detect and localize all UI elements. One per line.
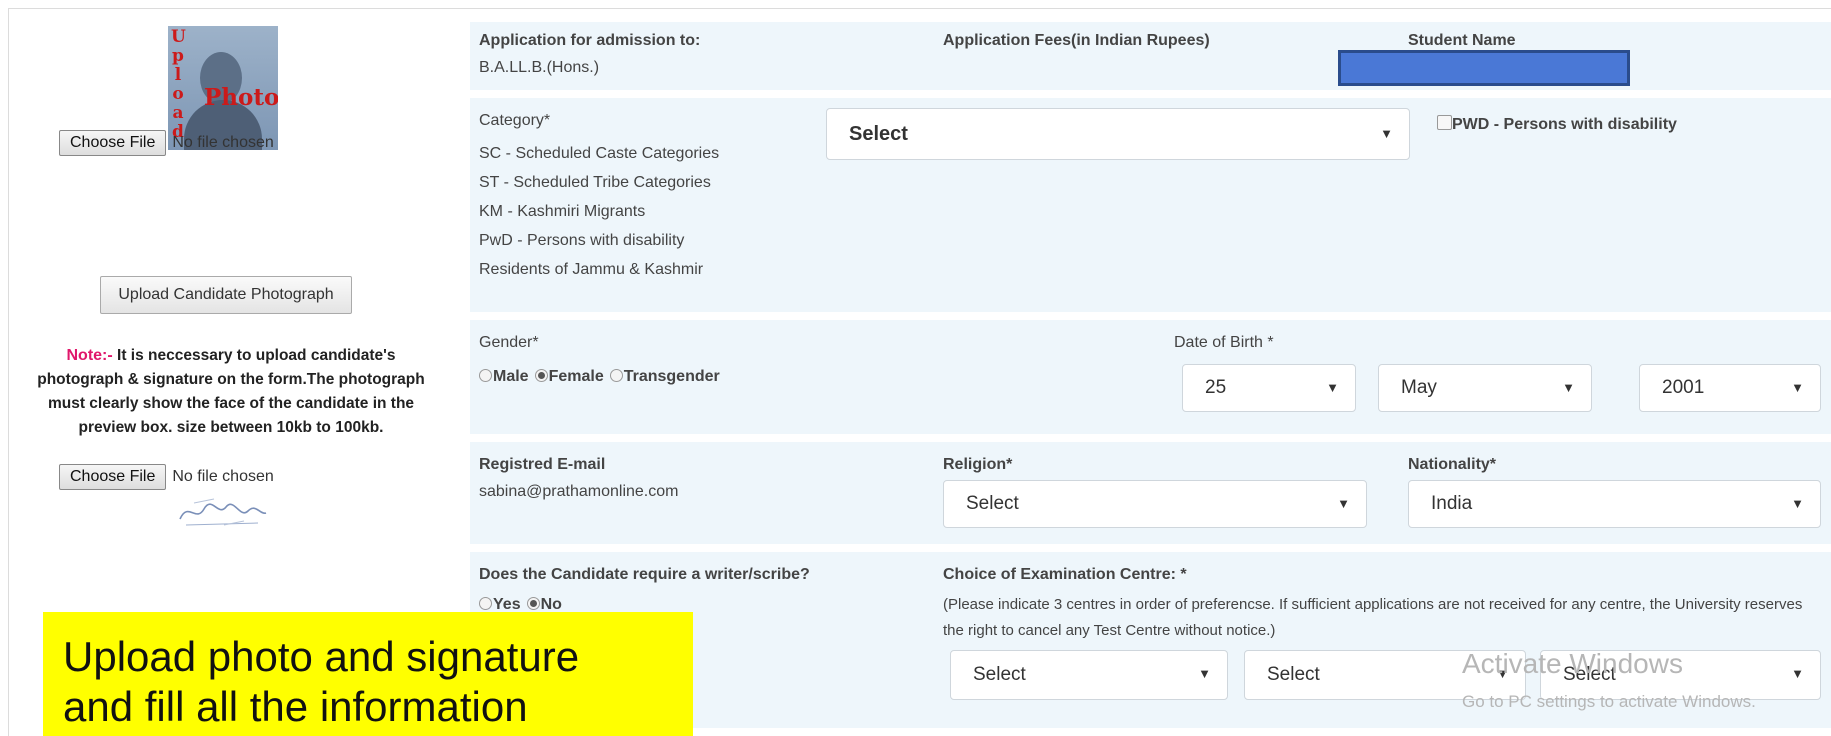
dob-day-value: 25 [1205,377,1227,398]
chevron-down-icon: ▼ [1337,496,1350,511]
chevron-down-icon: ▼ [1198,666,1211,681]
activation-watermark-subtitle: Go to PC settings to activate Windows. [1462,692,1756,711]
gender-radio-group: Male Female Transgender [479,368,726,386]
signature-file-row: Choose File No file chosen [59,464,274,490]
scribe-yes-radio[interactable] [479,597,492,610]
photo-vertical-text: Upload [171,27,186,142]
centre-note: (Please indicate 3 centres in order of p… [943,596,1803,639]
fees-label: Application Fees(in Indian Rupees) [943,32,1210,49]
scribe-yes-label: Yes [493,596,521,613]
scribe-no-radio[interactable] [526,597,540,610]
activation-watermark-title: Activate Windows [1462,648,1683,679]
religion-label: Religion* [943,456,1013,473]
centre-1-select[interactable]: Select ▼ [950,650,1228,700]
category-item: SC - Scheduled Caste Categories [479,145,720,162]
category-select[interactable]: Select ▼ [826,108,1410,160]
photo-text: Photo [204,84,278,111]
admission-label: Application for admission to: [479,32,701,49]
religion-select[interactable]: Select ▼ [943,480,1367,528]
category-item: ST - Scheduled Tribe Categories [479,174,711,191]
gender-transgender-label: Transgender [623,368,720,385]
student-name-label: Student Name [1408,32,1516,49]
email-label: Registred E-mail [479,456,606,473]
signature-preview-icon [179,498,267,526]
note-label: Note:- [66,347,113,364]
dob-year-value: 2001 [1662,377,1705,398]
gender-transgender-radio[interactable] [609,369,623,382]
centre-2-value: Select [1267,664,1320,685]
gender-female-radio[interactable] [534,369,548,382]
pwd-checkbox[interactable] [1437,115,1452,130]
gender-label: Gender* [479,334,539,351]
chevron-down-icon: ▼ [1326,380,1339,395]
upload-photograph-button[interactable]: Upload Candidate Photograph [100,276,352,314]
upload-note: Note:- It is neccessary to upload candid… [26,344,436,440]
dob-month-select[interactable]: May ▼ [1378,364,1592,412]
dob-day-select[interactable]: 25 ▼ [1182,364,1356,412]
scribe-no-label: No [540,596,562,613]
category-label: Category* [479,112,551,129]
admission-value: B.A.LL.B.(Hons.) [479,59,600,76]
gender-male-radio[interactable] [479,369,492,382]
gender-female-label: Female [548,368,604,385]
category-item: PwD - Persons with disability [479,232,685,249]
signature-file-status: No file chosen [172,468,274,485]
photo-file-status: No file chosen [172,134,274,151]
centre-1-value: Select [973,664,1026,685]
religion-select-value: Select [966,493,1019,514]
chevron-down-icon: ▼ [1562,380,1575,395]
category-panel: Category* SC - Scheduled Caste Categorie… [470,98,1831,312]
gender-male-label: Male [493,368,529,385]
photo-file-row: Choose File No file chosen [59,130,274,156]
instruction-line-2: and fill all the information [63,683,528,730]
category-list: SC - Scheduled Caste Categories ST - Sch… [479,139,719,284]
nationality-select[interactable]: India ▼ [1408,480,1821,528]
nationality-label: Nationality* [1408,456,1497,473]
category-item: KM - Kashmiri Migrants [479,203,646,220]
instruction-banner: Upload photo and signature and fill all … [43,612,693,736]
dob-month-value: May [1401,377,1437,398]
nationality-select-value: India [1431,493,1473,514]
chevron-down-icon: ▼ [1791,666,1804,681]
contact-panel: Registred E-mail sabina@prathamonline.co… [470,442,1831,544]
choose-photo-button[interactable]: Choose File [59,130,167,156]
dob-year-select[interactable]: 2001 ▼ [1639,364,1821,412]
chevron-down-icon: ▼ [1380,126,1393,141]
pwd-checkbox-group: PWD - Persons with disability [1437,115,1677,134]
dob-label: Date of Birth * [1174,334,1274,351]
chevron-down-icon: ▼ [1791,496,1804,511]
pwd-label: PWD - Persons with disability [1452,116,1677,133]
category-item: Residents of Jammu & Kashmir [479,261,704,278]
chevron-down-icon: ▼ [1791,380,1804,395]
centre-label: Choice of Examination Centre: * [943,566,1187,583]
student-name-redacted [1338,50,1630,86]
instruction-line-1: Upload photo and signature [63,633,580,680]
gender-dob-panel: Gender* Male Female Transgender Date of Bi… [470,320,1831,434]
category-select-value: Select [849,122,908,145]
scribe-label: Does the Candidate require a writer/scri… [479,566,810,583]
email-value: sabina@prathamonline.com [479,483,679,500]
choose-signature-button[interactable]: Choose File [59,464,167,490]
